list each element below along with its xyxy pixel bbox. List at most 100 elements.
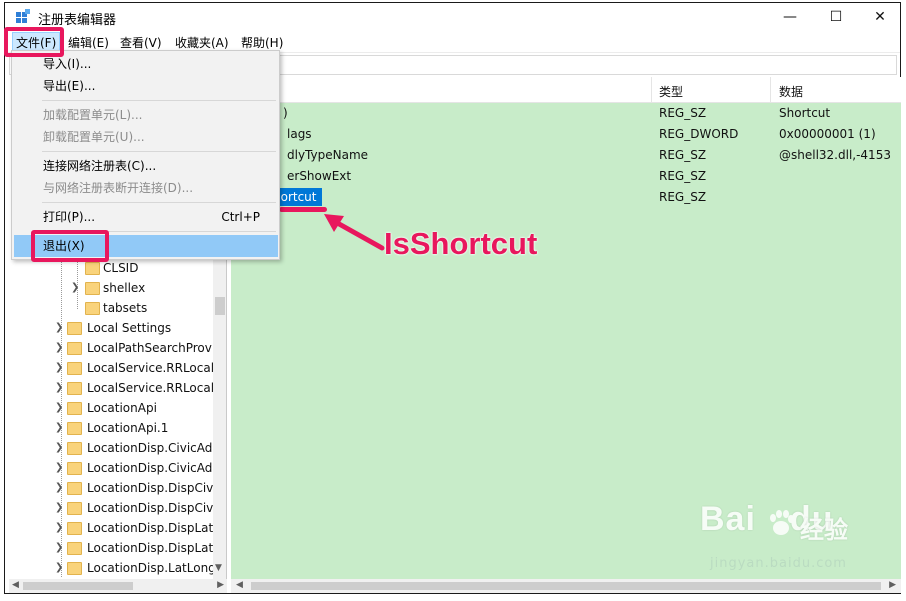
value-name: erShowExt	[287, 169, 352, 183]
annotation-highlight-file-menu	[4, 27, 64, 57]
value-data: @shell32.dll,-4153	[779, 148, 891, 162]
chevron-right-icon[interactable]: ❯	[55, 462, 63, 473]
watermark-logo-bai: Bai	[700, 500, 756, 538]
tree-item-label: CLSID	[103, 261, 139, 275]
folder-icon	[67, 342, 82, 355]
values-header: 类型 数据	[231, 77, 901, 103]
tree-item-label: LocationApi.1	[87, 421, 169, 435]
column-separator[interactable]	[770, 77, 771, 103]
scroll-left-arrow-icon[interactable]: ◀	[236, 580, 243, 590]
folder-icon	[67, 502, 82, 515]
menu-item-print[interactable]: 打印(P)... Ctrl+P	[14, 206, 278, 228]
window-title: 注册表编辑器	[38, 13, 117, 28]
tree-item-label: LocationDisp.LatLong	[87, 561, 216, 575]
menu-favorites[interactable]: 收藏夹(A)	[172, 34, 232, 51]
tree-item[interactable]: ❯ LocationDisp.DispCivi	[9, 479, 217, 499]
tree-item[interactable]: CLSID	[9, 259, 209, 279]
value-type: REG_SZ	[659, 190, 707, 204]
tree-item-label: LocationDisp.CivicAdc	[87, 461, 219, 475]
scroll-right-arrow-icon[interactable]: ▶	[217, 580, 224, 590]
value-row-selected[interactable]: hortcut REG_SZ	[231, 187, 901, 212]
menu-item-export[interactable]: 导出(E)...	[14, 75, 278, 97]
watermark-cn: 经验	[800, 516, 848, 544]
chevron-right-icon[interactable]: ❯	[55, 422, 63, 433]
chevron-right-icon[interactable]: ❯	[55, 402, 63, 413]
tree-item[interactable]: ❯ LocationApi	[9, 399, 209, 419]
chevron-right-icon[interactable]: ❯	[71, 282, 79, 293]
tree-item-label: LocalPathSearchProvi	[87, 341, 216, 355]
close-button[interactable]: ✕	[857, 3, 903, 31]
tree-horizontal-scrollbar[interactable]: ◀ ▶	[9, 579, 227, 593]
scroll-thumb[interactable]	[23, 582, 133, 590]
value-row[interactable]: lags REG_DWORD 0x00000001 (1)	[231, 124, 901, 145]
chevron-right-icon[interactable]: ❯	[55, 562, 63, 573]
tree-item[interactable]: ❯ LocationDisp.DispCivi	[9, 499, 217, 519]
folder-icon	[67, 542, 82, 555]
menu-item-load-hive: 加载配置单元(L)...	[14, 104, 278, 126]
tree-item[interactable]: ❯ LocalPathSearchProvi	[9, 339, 215, 359]
menu-item-disconnect-network-registry: 与网络注册表断开连接(D)...	[14, 177, 278, 199]
value-row[interactable]: erShowExt REG_SZ	[231, 166, 901, 187]
tree-item[interactable]: ❯ LocalService.RRLocalS	[9, 359, 222, 379]
minimize-button[interactable]: —	[767, 3, 813, 31]
menu-item-unload-hive: 卸载配置单元(U)...	[14, 126, 278, 148]
column-separator[interactable]	[651, 77, 652, 103]
column-header-data[interactable]: 数据	[779, 83, 803, 100]
chevron-right-icon[interactable]: ❯	[55, 522, 63, 533]
tree-item-label: LocationApi	[87, 401, 157, 415]
tree-item[interactable]: ❯ LocationDisp.CivicAdc	[9, 439, 219, 459]
menu-separator	[42, 100, 276, 101]
chevron-right-icon[interactable]: ❯	[55, 542, 63, 553]
chevron-right-icon[interactable]: ❯	[55, 342, 63, 353]
tree-item[interactable]: ❯ LocationDisp.DispLatL	[9, 519, 220, 539]
chevron-right-icon[interactable]: ❯	[55, 382, 63, 393]
value-name: lags	[287, 127, 312, 141]
folder-icon	[85, 282, 100, 295]
title-bar: 注册表编辑器 — ☐ ✕	[5, 3, 900, 31]
menu-item-label: 加载配置单元(L)...	[43, 108, 143, 122]
tree-item[interactable]: ❯ LocationDisp.DispLatL	[9, 539, 220, 559]
menu-help[interactable]: 帮助(H)	[238, 34, 286, 51]
tree-item-label: LocalService.RRLocalS	[87, 361, 222, 375]
values-horizontal-scrollbar[interactable]: ◀ ▶	[231, 579, 901, 593]
tree-item[interactable]: ❯ LocationDisp.LatLong	[9, 559, 216, 579]
maximize-button[interactable]: ☐	[813, 3, 859, 31]
chevron-right-icon[interactable]: ❯	[55, 442, 63, 453]
menu-edit[interactable]: 编辑(E)	[65, 34, 112, 51]
scroll-left-arrow-icon[interactable]: ◀	[12, 580, 19, 590]
value-type: REG_SZ	[659, 106, 707, 120]
scroll-right-arrow-icon[interactable]: ▶	[889, 580, 896, 590]
tree-item[interactable]: tabsets	[9, 299, 209, 319]
tree-item[interactable]: ❯ LocationApi.1	[9, 419, 209, 439]
scroll-down-arrow-icon[interactable]: ▼	[215, 563, 222, 573]
tree-item[interactable]: ❯ LocationDisp.CivicAdc	[9, 459, 219, 479]
chevron-right-icon[interactable]: ❯	[55, 322, 63, 333]
folder-icon	[67, 522, 82, 535]
column-header-type[interactable]: 类型	[659, 83, 683, 100]
scroll-thumb[interactable]	[215, 297, 225, 315]
tree-item-label: LocationDisp.DispLatL	[87, 521, 220, 535]
tree-item-label: Local Settings	[87, 321, 172, 335]
menu-item-connect-network-registry[interactable]: 连接网络注册表(C)...	[14, 155, 278, 177]
folder-icon	[67, 562, 82, 575]
tree-item[interactable]: ❯ LocalService.RRLocalS	[9, 379, 222, 399]
tree-item-label: LocalService.RRLocalS	[87, 381, 222, 395]
tree-item[interactable]: ❯ Local Settings	[9, 319, 209, 339]
folder-icon	[67, 422, 82, 435]
menu-view[interactable]: 查看(V)	[117, 34, 165, 51]
tree-item-label: tabsets	[103, 301, 148, 315]
folder-icon	[67, 462, 82, 475]
chevron-right-icon[interactable]: ❯	[55, 502, 63, 513]
chevron-right-icon[interactable]: ❯	[55, 482, 63, 493]
annotation-highlight-exit	[31, 230, 109, 262]
menu-separator	[42, 151, 276, 152]
watermark-url: jingyan.baidu.com	[710, 556, 847, 571]
folder-icon	[67, 402, 82, 415]
chevron-right-icon[interactable]: ❯	[55, 362, 63, 373]
scroll-thumb[interactable]	[251, 582, 881, 590]
folder-icon	[67, 442, 82, 455]
paw-icon	[770, 510, 794, 535]
value-row[interactable]: ) REG_SZ Shortcut	[231, 103, 901, 124]
tree-item[interactable]: ❯ shellex	[9, 279, 209, 299]
value-row[interactable]: dlyTypeName REG_SZ @shell32.dll,-4153	[231, 145, 901, 166]
